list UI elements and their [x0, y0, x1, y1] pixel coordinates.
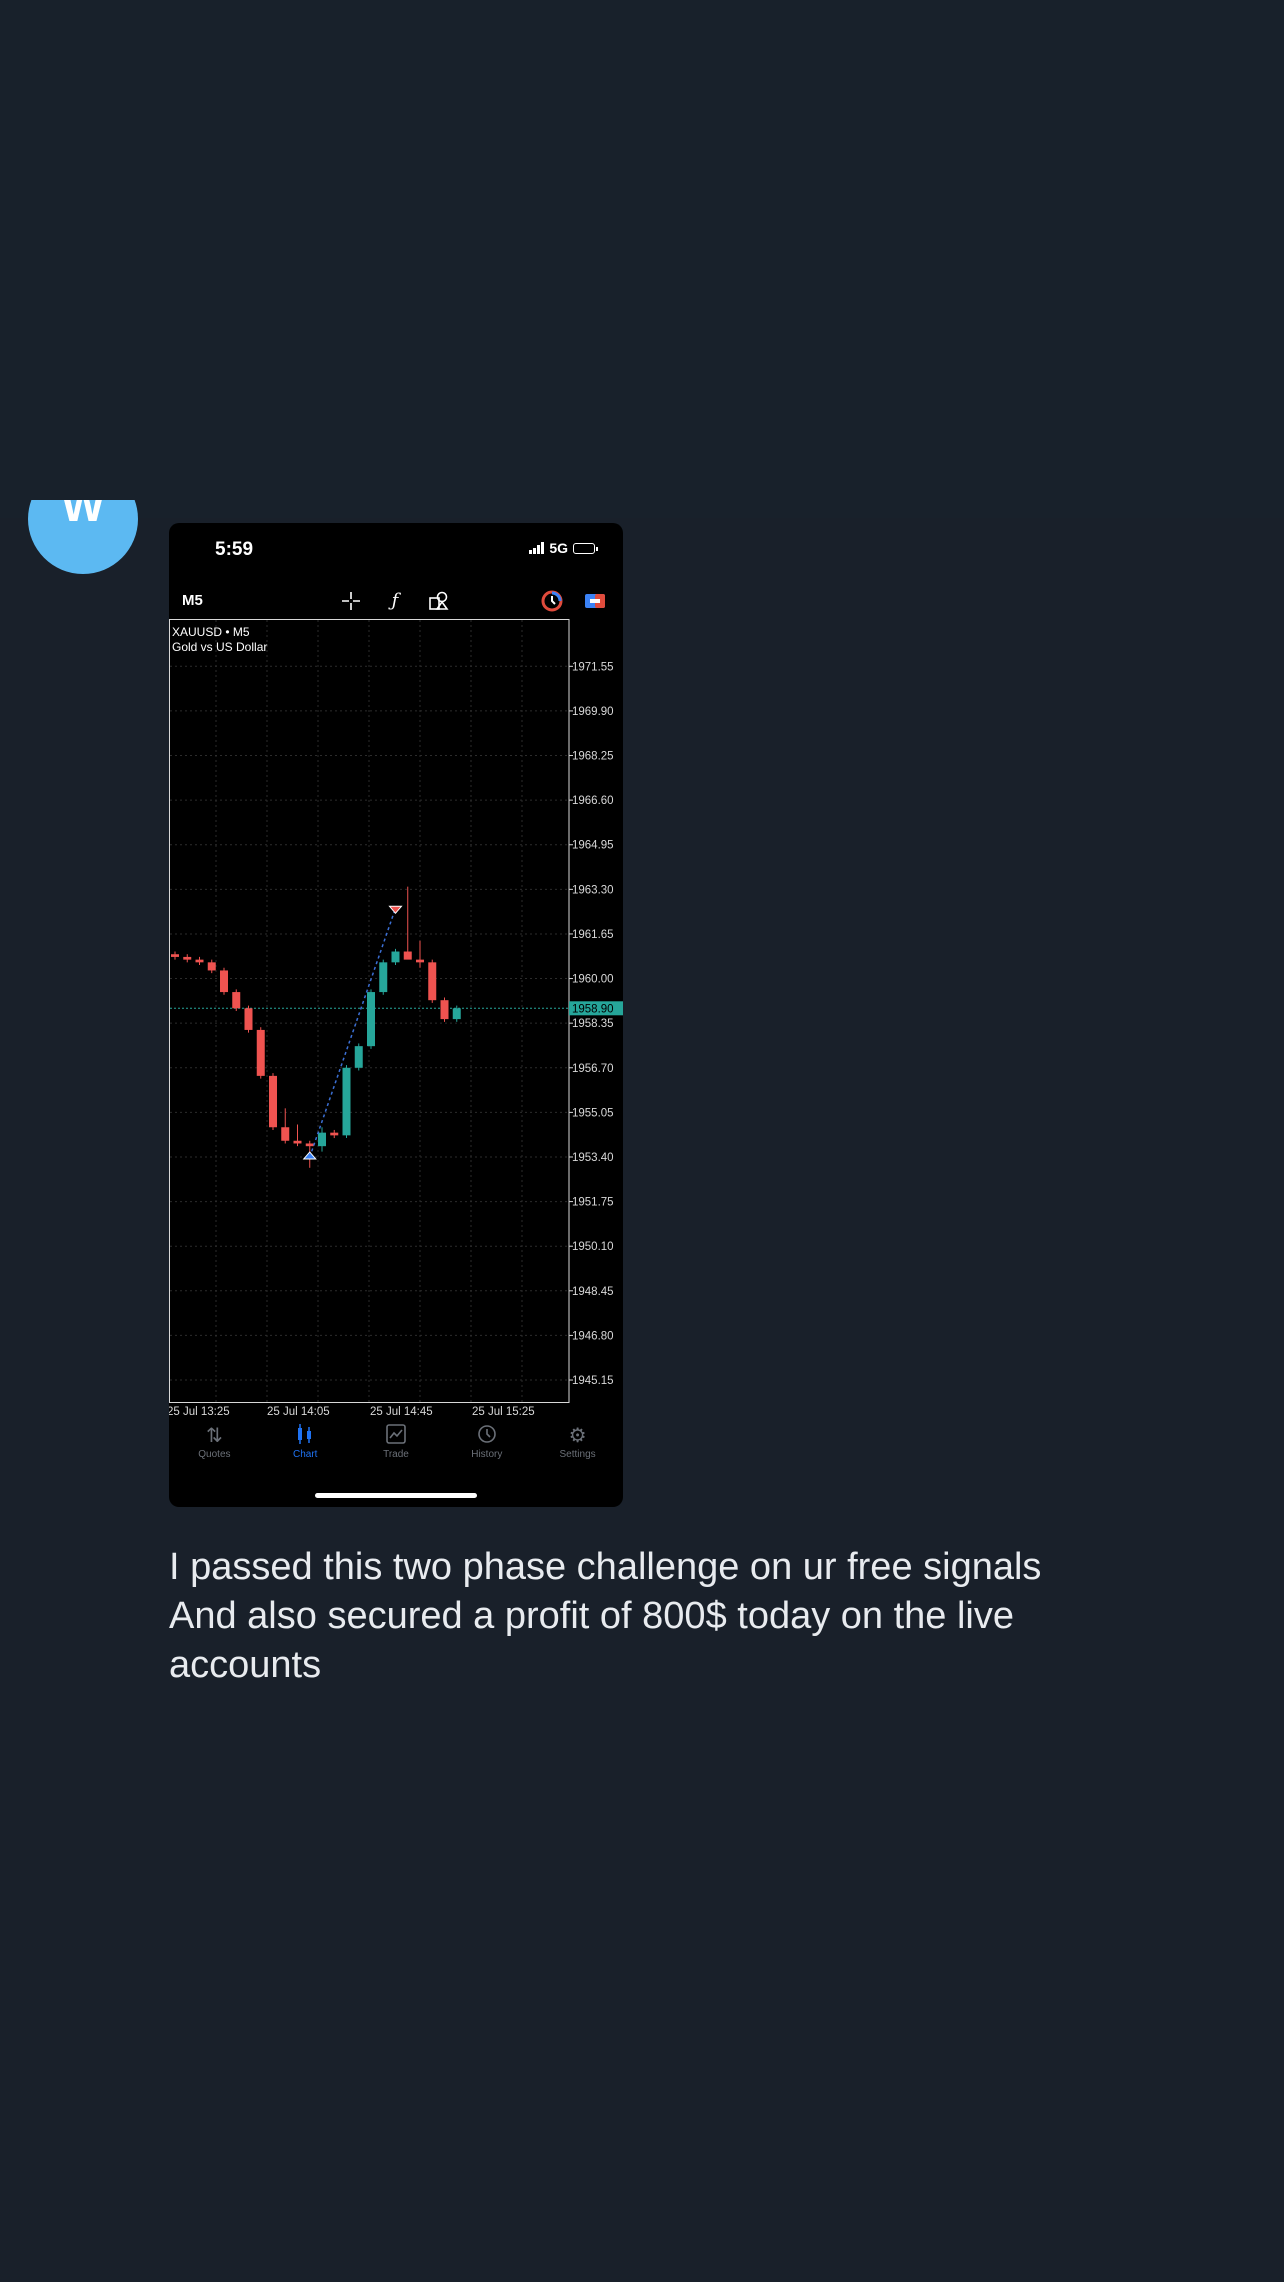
candle-body	[452, 1008, 461, 1020]
y-tick-label: 1945.15	[572, 1375, 614, 1387]
chart-toolbar: M5 ƒ	[169, 583, 623, 619]
candle-body	[416, 959, 424, 963]
sell-marker	[388, 905, 403, 915]
candle-body	[318, 1132, 326, 1147]
y-tick-label: 1955.05	[572, 1107, 614, 1119]
crosshair-icon[interactable]	[339, 589, 363, 613]
tab-settings[interactable]: ⚙ Settings	[532, 1423, 623, 1483]
tab-chart[interactable]: Chart	[260, 1423, 351, 1483]
symbol-description: Gold vs US Dollar	[172, 640, 268, 654]
candle-body	[367, 992, 375, 1047]
candle-body	[293, 1140, 302, 1144]
function-icon[interactable]: ƒ	[383, 589, 407, 613]
candle-body	[354, 1046, 363, 1068]
signal-icon[interactable]	[540, 589, 564, 613]
message-text: I passed this two phase challenge on ur …	[169, 1543, 1229, 1690]
avatar[interactable]: W	[28, 500, 138, 574]
settings-icon: ⚙	[568, 1425, 587, 1447]
tab-trade-label: Trade	[383, 1449, 409, 1460]
y-tick-label: 1960.00	[572, 974, 614, 986]
candle-body	[207, 962, 216, 971]
buy-marker	[302, 1151, 317, 1160]
candle-body	[232, 992, 241, 1009]
candle-body	[330, 1132, 339, 1136]
y-tick-label: 1963.30	[572, 884, 614, 896]
message-line: And also secured a profit of 800$ today …	[169, 1595, 1014, 1637]
candle-body	[256, 1029, 265, 1076]
x-tick-label: 25 Jul 14:45	[370, 1406, 433, 1418]
chart-screenshot[interactable]: 5:59 5G M5 ƒ 1971.55 1969.90 1968.25 1966.6…	[169, 523, 623, 1507]
tab-history[interactable]: History	[441, 1423, 532, 1483]
candle-body	[269, 1075, 277, 1128]
status-time: 5:59	[215, 539, 254, 560]
objects-icon[interactable]	[427, 589, 451, 613]
candle-body	[220, 970, 228, 993]
tab-history-label: History	[471, 1449, 503, 1460]
candle-body	[379, 962, 388, 993]
y-tick-label: 1971.55	[572, 661, 614, 673]
quotes-icon: ⇅	[206, 1425, 223, 1447]
x-tick-label: 25 Jul 13:25	[169, 1406, 230, 1418]
price-chart[interactable]: 1971.55 1969.90 1968.25 1966.60 1964.95 1963.…	[169, 619, 623, 1419]
message-line: I passed this two phase challenge on ur …	[169, 1546, 1042, 1588]
y-tick-label: 1968.25	[572, 751, 614, 763]
timeframe-button[interactable]: M5	[182, 592, 203, 609]
y-tick-label: 1953.40	[572, 1152, 614, 1164]
candle-body	[244, 1008, 253, 1030]
candle-body	[171, 954, 179, 957]
network-label: 5G	[549, 540, 568, 556]
y-tick-label: 1950.10	[572, 1241, 614, 1253]
candle-body	[440, 1000, 449, 1020]
status-indicators: 5G	[529, 540, 598, 556]
trade-icon	[385, 1423, 407, 1449]
empty-header-area	[0, 0, 1284, 518]
y-tick-label: 1948.45	[572, 1286, 614, 1298]
current-price-label: 1958.90	[572, 1003, 614, 1015]
candle-body	[342, 1067, 351, 1136]
chart-symbol-header: XAUUSD • M5 Gold vs US Dollar	[172, 625, 267, 655]
x-tick-label: 25 Jul 15:25	[472, 1406, 535, 1418]
tab-quotes-label: Quotes	[198, 1449, 231, 1460]
tab-quotes[interactable]: ⇅ Quotes	[169, 1423, 260, 1483]
y-tick-label: 1951.75	[572, 1197, 614, 1209]
tab-chart-label: Chart	[292, 1449, 318, 1460]
candle-body	[428, 962, 437, 1001]
y-tick-label: 1966.60	[572, 795, 614, 807]
candle-body	[305, 1143, 314, 1147]
tab-trade[interactable]: Trade	[351, 1423, 442, 1483]
battery-icon	[573, 542, 598, 554]
y-tick-label: 1969.90	[572, 706, 614, 718]
chart-icon	[295, 1423, 315, 1449]
candle-body	[403, 951, 412, 960]
candle-body	[195, 959, 204, 963]
x-tick-label: 25 Jul 14:05	[267, 1406, 330, 1418]
y-tick-label: 1946.80	[572, 1330, 614, 1342]
y-tick-label: 1964.95	[572, 840, 614, 852]
trade-trendline	[309, 908, 397, 1158]
message-line: accounts	[169, 1644, 322, 1686]
symbol-label: XAUUSD • M5	[172, 625, 250, 639]
y-tick-label: 1956.70	[572, 1063, 614, 1075]
candle-body	[183, 956, 192, 960]
y-tick-label: 1958.35	[572, 1018, 614, 1030]
tab-settings-label: Settings	[559, 1449, 596, 1460]
avatar-letter: W	[61, 500, 105, 531]
candle-body	[281, 1127, 290, 1141]
y-tick-label: 1961.65	[572, 929, 614, 941]
bottom-tab-bar: ⇅ Quotes Chart Trade History ⚙ Settings	[169, 1423, 623, 1483]
signal-icon	[529, 542, 545, 554]
history-icon	[476, 1423, 498, 1449]
candle-body	[391, 951, 400, 963]
exchange-icon[interactable]	[583, 589, 607, 613]
home-indicator	[315, 1493, 477, 1498]
